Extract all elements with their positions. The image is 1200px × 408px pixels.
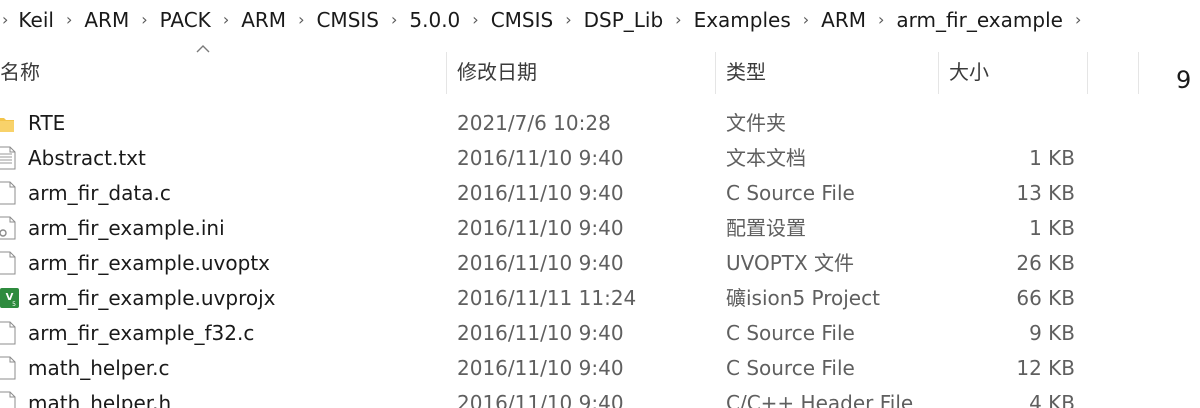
file-name: RTE (28, 111, 66, 135)
breadcrumb-chevron-icon[interactable]: › (878, 0, 884, 40)
column-header-date[interactable]: 修改日期 (457, 48, 537, 96)
file-icon (0, 356, 20, 380)
file-modified-date: 2016/11/10 9:40 (457, 251, 624, 275)
settings-file-icon (0, 216, 20, 240)
file-modified-date: 2016/11/11 11:24 (457, 286, 637, 310)
file-row[interactable]: arm_fir_example.ini 2016/11/10 9:40 配置设置 1 … (0, 211, 1110, 246)
file-icon (0, 251, 20, 275)
file-modified-date: 2016/11/10 9:40 (457, 321, 624, 345)
file-size: 1 KB (1029, 216, 1075, 240)
file-size: 4 KB (1029, 391, 1075, 408)
breadcrumb-item[interactable]: ARM (84, 0, 129, 40)
file-type: 配置设置 (726, 216, 806, 240)
file-size: 13 KB (1016, 181, 1075, 205)
sort-ascending-icon (196, 45, 210, 53)
breadcrumb-item[interactable]: CMSIS (491, 0, 554, 40)
file-type: C Source File (726, 356, 855, 380)
file-type: C Source File (726, 181, 855, 205)
uvision-project-icon: V5 (0, 286, 20, 310)
breadcrumb-chevron-icon[interactable]: › (298, 0, 304, 40)
breadcrumb-item[interactable]: Examples (694, 0, 791, 40)
file-icon (0, 321, 20, 345)
file-row[interactable]: V 5 arm_fir_example.uvprojx 2016/11/11 11:2… (0, 281, 1110, 316)
breadcrumb-item[interactable]: 5.0.0 (409, 0, 460, 40)
file-row[interactable]: math_helper.c 2016/11/10 9:40 C Source Fil… (0, 351, 1110, 386)
file-modified-date: 2016/11/10 9:40 (457, 146, 624, 170)
file-row[interactable]: arm_fir_example_f32.c 2016/11/10 9:40 C So… (0, 316, 1110, 351)
column-header-size[interactable]: 大小 (949, 48, 989, 96)
file-size: 66 KB (1016, 286, 1075, 310)
column-header-type[interactable]: 类型 (726, 48, 766, 96)
file-row[interactable]: arm_fir_data.c 2016/11/10 9:40 C Source Fi… (0, 176, 1110, 211)
breadcrumb-chevron-icon[interactable]: › (803, 0, 809, 40)
file-size: 9 KB (1029, 321, 1075, 345)
breadcrumb-chevron-icon[interactable]: › (1075, 0, 1081, 40)
breadcrumb-chevron-icon[interactable]: › (66, 0, 72, 40)
file-name: arm_fir_example.uvprojx (28, 286, 276, 310)
file-type: 文本文档 (726, 146, 806, 170)
breadcrumb-chevron-icon[interactable]: › (2, 0, 8, 40)
text-file-icon (0, 146, 20, 170)
file-name: arm_fir_example_f32.c (28, 321, 255, 345)
file-size: 12 KB (1016, 356, 1075, 380)
breadcrumb: › Keil › ARM › PACK › ARM › CMSIS › 5.0.0 › CMSIS › DSP… (0, 0, 1200, 40)
column-divider[interactable] (715, 52, 716, 94)
column-header-row: 名称 修改日期 类型 大小 (0, 48, 1200, 96)
file-modified-date: 2016/11/10 9:40 (457, 181, 624, 205)
breadcrumb-chevron-icon[interactable]: › (675, 0, 681, 40)
file-type: 礦ision5 Project (726, 286, 880, 310)
file-modified-date: 2021/7/6 10:28 (457, 111, 611, 135)
file-type: C/C++ Header File (726, 391, 914, 408)
file-modified-date: 2016/11/10 9:40 (457, 216, 624, 240)
folder-icon (0, 111, 20, 135)
breadcrumb-chevron-icon[interactable]: › (141, 0, 147, 40)
svg-text:5: 5 (12, 301, 16, 308)
breadcrumb-item[interactable]: ARM (821, 0, 866, 40)
file-name: math_helper.c (28, 356, 170, 380)
file-row[interactable]: Abstract.txt 2016/11/10 9:40 文本文档 1 KB (0, 141, 1110, 176)
file-type: C Source File (726, 321, 855, 345)
file-size: 26 KB (1016, 251, 1075, 275)
file-list: RTE 2021/7/6 10:28 文件夹 Abstract.txt 2016/11/… (0, 106, 1110, 408)
file-size: 1 KB (1029, 146, 1075, 170)
breadcrumb-chevron-icon[interactable]: › (472, 0, 478, 40)
column-header-name[interactable]: 名称 (0, 48, 40, 96)
file-name: Abstract.txt (28, 146, 146, 170)
file-type: UVOPTX 文件 (726, 251, 855, 275)
cut-off-column-text: 9 (1176, 66, 1192, 94)
file-name: math_helper.h (28, 391, 172, 408)
file-modified-date: 2016/11/10 9:40 (457, 391, 624, 408)
breadcrumb-item[interactable]: CMSIS (316, 0, 379, 40)
file-row[interactable]: RTE 2021/7/6 10:28 文件夹 (0, 106, 1110, 141)
breadcrumb-chevron-icon[interactable]: › (565, 0, 571, 40)
file-row[interactable]: arm_fir_example.uvoptx 2016/11/10 9:40 UVO… (0, 246, 1110, 281)
column-divider[interactable] (938, 52, 939, 94)
breadcrumb-item[interactable]: ARM (241, 0, 286, 40)
file-modified-date: 2016/11/10 9:40 (457, 356, 624, 380)
file-row[interactable]: math_helper.h 2016/11/10 9:40 C/C++ Header… (0, 386, 1110, 408)
column-divider[interactable] (446, 52, 447, 94)
file-explorer: › Keil › ARM › PACK › ARM › CMSIS › 5.0.0 › CMSIS › DSP… (0, 0, 1200, 408)
breadcrumb-item[interactable]: arm_fir_example (896, 0, 1063, 40)
file-name: arm_fir_example.uvoptx (28, 251, 270, 275)
breadcrumb-chevron-icon[interactable]: › (223, 0, 229, 40)
column-divider[interactable] (1087, 52, 1088, 94)
file-icon (0, 391, 20, 408)
breadcrumb-item[interactable]: DSP_Lib (584, 0, 664, 40)
breadcrumb-item[interactable]: Keil (18, 0, 54, 40)
file-icon (0, 181, 20, 205)
file-name: arm_fir_example.ini (28, 216, 225, 240)
column-divider[interactable] (1138, 52, 1139, 94)
file-name: arm_fir_data.c (28, 181, 171, 205)
breadcrumb-chevron-icon[interactable]: › (391, 0, 397, 40)
breadcrumb-item[interactable]: PACK (160, 0, 211, 40)
file-type: 文件夹 (726, 111, 786, 135)
